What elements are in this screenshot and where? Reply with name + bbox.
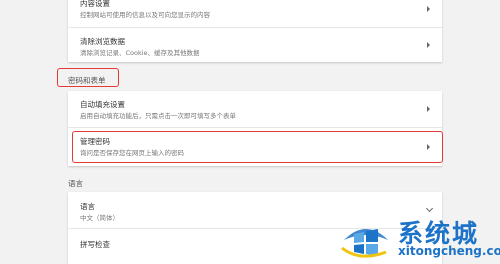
chevron-right-icon (427, 42, 430, 48)
watermark-logo-icon (341, 229, 388, 258)
chevron-right-icon (427, 6, 430, 12)
content-settings-title: 内容设置 (80, 0, 110, 8)
languages-heading: 语言 (68, 179, 83, 188)
chevron-down-icon[interactable] (425, 204, 434, 213)
chevron-right-icon (427, 106, 430, 112)
autofill-settings-desc: 启用自动填充功能后，只需点击一次即可填写多个表单 (80, 112, 236, 120)
content-settings-row[interactable]: 内容设置 控制网站可使用的信息以及可向您显示的内容 (68, 0, 442, 27)
clear-browsing-data-title: 清除浏览数据 (80, 37, 125, 46)
privacy-card: 内容设置 控制网站可使用的信息以及可向您显示的内容 清除浏览数据 清除浏览记录、… (68, 0, 442, 62)
language-value: 中文（简体） (80, 214, 119, 222)
spellcheck-title: 拼写检查 (80, 240, 110, 249)
clear-browsing-data-row[interactable]: 清除浏览数据 清除浏览记录、Cookie、缓存及其他数据 (68, 27, 442, 62)
language-title: 语言 (80, 202, 95, 211)
autofill-settings-row[interactable]: 自动填充设置 启用自动填充功能后，只需点击一次即可填写多个表单 (68, 91, 442, 127)
autofill-settings-title: 自动填充设置 (80, 100, 125, 109)
content-settings-desc: 控制网站可使用的信息以及可向您显示的内容 (80, 11, 210, 19)
clear-browsing-data-desc: 清除浏览记录、Cookie、缓存及其他数据 (80, 49, 200, 57)
highlight-box-heading (57, 68, 119, 87)
highlight-box-manage-passwords (72, 131, 443, 163)
watermark-text-en: xitongcheng.com (398, 244, 500, 258)
